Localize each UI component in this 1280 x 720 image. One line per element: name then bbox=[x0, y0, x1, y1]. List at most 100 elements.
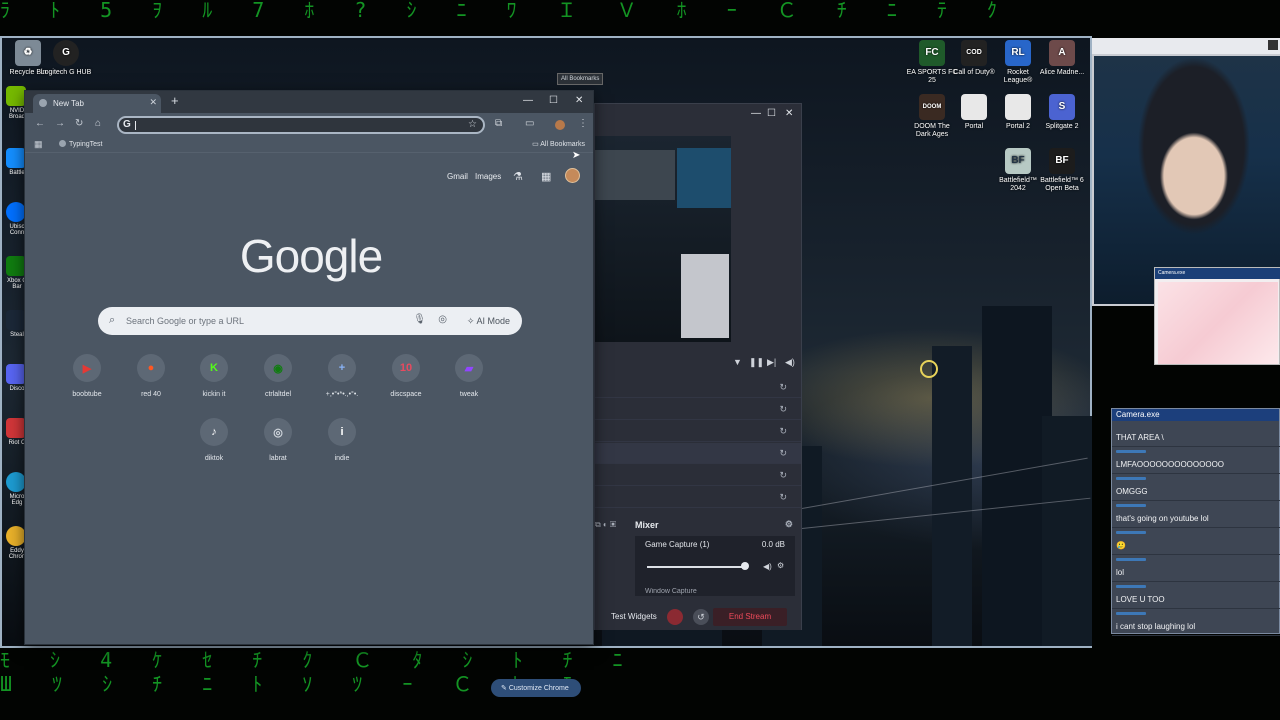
google-search-box[interactable]: ⌕ Search Google or type a URL 🎙 ◎ ✧ AI M… bbox=[98, 307, 522, 335]
discord-icon bbox=[6, 364, 26, 384]
desktop-icon-logitech[interactable]: G Logitech G HUB bbox=[40, 40, 92, 77]
apps-grid-icon[interactable]: ▦ bbox=[541, 170, 551, 183]
dock-tabs-icon[interactable]: ⧉ ◐ ▣ bbox=[595, 520, 616, 530]
tab-new-tab[interactable]: New Tab ✕ bbox=[33, 94, 161, 113]
source-row[interactable]: ↻ bbox=[595, 399, 801, 420]
refresh-icon[interactable]: ↻ bbox=[779, 448, 787, 459]
replay-icon[interactable]: ↺ bbox=[693, 609, 709, 625]
steam-icon bbox=[6, 310, 26, 330]
source-row[interactable]: ↻ bbox=[595, 465, 801, 486]
desktop-icon-label: Eddy Chron bbox=[8, 548, 26, 560]
shortcut-tile[interactable]: ● red 40 bbox=[119, 354, 183, 398]
new-tab-favicon-icon bbox=[39, 99, 47, 107]
google-logo: Google bbox=[239, 230, 383, 282]
maximize-icon[interactable]: ☐ bbox=[767, 108, 776, 119]
microphone-icon[interactable]: 🎙 bbox=[413, 314, 426, 325]
refresh-icon[interactable]: ↻ bbox=[779, 404, 787, 415]
close-icon[interactable]: ✕ bbox=[575, 95, 583, 106]
pause-icon[interactable]: ❚❚ bbox=[749, 357, 764, 368]
apps-grid-icon[interactable]: ▦ bbox=[34, 139, 43, 150]
customize-chrome-button[interactable]: ✎ Customize Chrome bbox=[491, 679, 581, 697]
shortcut-tile[interactable]: + +,•°•*•.,•°•. bbox=[310, 354, 374, 398]
more-menu-icon[interactable]: ⋮ bbox=[578, 118, 588, 129]
shortcut-tile[interactable]: ♪ diktok bbox=[182, 418, 246, 462]
close-tab-icon[interactable]: ✕ bbox=[149, 97, 157, 108]
all-bookmarks-button[interactable]: ▭ All Bookmarks bbox=[532, 140, 585, 148]
end-stream-button[interactable]: End Stream bbox=[713, 608, 787, 626]
profile-avatar[interactable] bbox=[555, 120, 565, 130]
next-icon[interactable]: ▶| bbox=[767, 357, 776, 368]
refresh-icon[interactable]: ↻ bbox=[779, 426, 787, 437]
ai-mode-button[interactable]: ✧ AI Mode bbox=[467, 316, 510, 327]
desktop-icon-splitgate[interactable]: S Splitgate 2 bbox=[1036, 94, 1088, 131]
desktop-icon-bf6[interactable]: BF Battlefield™ 6 Open Beta bbox=[1036, 148, 1088, 193]
desktop-icon-label: Ubisc Conn bbox=[9, 224, 25, 236]
back-icon[interactable]: ← bbox=[35, 118, 45, 129]
minimize-icon[interactable]: — bbox=[523, 95, 533, 106]
shortcut-favicon-icon: ▰ bbox=[455, 354, 483, 382]
shortcut-tile[interactable]: ▶ boobtube bbox=[55, 354, 119, 398]
address-bar[interactable]: G ☆ bbox=[117, 116, 485, 134]
gear-icon[interactable]: ⚙ bbox=[785, 519, 793, 530]
close-icon[interactable]: ✕ bbox=[785, 108, 793, 119]
volume-slider-thumb[interactable] bbox=[741, 562, 749, 570]
desktop-icon-label: Disco bbox=[9, 386, 25, 392]
images-link[interactable]: Images bbox=[475, 172, 501, 181]
refresh-icon[interactable]: ↻ bbox=[779, 492, 787, 503]
home-icon[interactable]: ⌂ bbox=[95, 118, 101, 129]
chrome-toolbar: ← → ↻ ⌂ G ☆ ⧉ ▭ ⋮ bbox=[25, 113, 593, 137]
chat-message: that's going on youtube lol bbox=[1112, 502, 1280, 528]
speaker-icon[interactable]: ◀) bbox=[763, 562, 772, 571]
screen: ﾗ ﾄ 5 ｦ ﾙ 7 ﾎ ? ｼ ﾆ ﾜ Ｉ Ｖ ﾎ ｰ Ｃ ﾁ ﾆ ﾃ ｸ … bbox=[0, 0, 1280, 720]
xbox-icon bbox=[6, 256, 26, 276]
doom-icon: DOOM bbox=[919, 94, 945, 120]
chat-message: OMGGG bbox=[1112, 475, 1280, 501]
source-row[interactable]: ↻ bbox=[595, 443, 801, 464]
shortcut-tile[interactable]: ◉ ctrlaltdel bbox=[246, 354, 310, 398]
bookmarks-bar: ▦ TypingTest ▭ All Bookmarks bbox=[25, 137, 593, 153]
chat-username bbox=[1116, 477, 1146, 480]
volume-slider-track[interactable] bbox=[647, 566, 747, 568]
mixer-header: ⧉ ◐ ▣ Mixer ⚙ bbox=[595, 516, 801, 534]
chrome-titlebar: New Tab ✕ + — ☐ ✕ bbox=[25, 91, 593, 113]
reload-icon[interactable]: ↻ bbox=[75, 118, 83, 129]
matrix-backdrop-bottom: ﾓ ｼ 4 ｹ ｾ ﾁ ｸ Ｃ ﾀ ｼ ﾄ ﾁ ﾆ Ш ﾂ ｼ ﾁ ﾆ ﾄ ｿ … bbox=[0, 648, 1280, 720]
cast-icon[interactable]: ▭ bbox=[525, 118, 534, 129]
filter-icon[interactable]: ▼ bbox=[733, 357, 742, 367]
bookmark-star-icon[interactable]: ☆ bbox=[468, 119, 477, 130]
preview-screen bbox=[595, 150, 675, 200]
shortcut-tile[interactable]: 10 discspace bbox=[374, 354, 438, 398]
obs-preview[interactable] bbox=[595, 136, 731, 342]
lens-icon[interactable]: ◎ bbox=[438, 314, 447, 325]
desktop-icon-alice[interactable]: A Alice Madne... bbox=[1036, 40, 1088, 77]
source-row[interactable]: ↻ bbox=[595, 421, 801, 442]
shortcut-tile[interactable]: Kkickin it bbox=[182, 354, 246, 398]
edge-icon bbox=[6, 472, 26, 492]
google-g-icon: G bbox=[123, 119, 131, 130]
shortcut-tile[interactable]: ▰ tweak bbox=[437, 354, 501, 398]
desktop-icon-label: Riot C bbox=[8, 440, 26, 446]
labs-flask-icon[interactable]: ⚗ bbox=[513, 170, 523, 183]
minimize-icon[interactable]: — bbox=[751, 108, 761, 119]
close-icon[interactable] bbox=[1268, 40, 1278, 50]
source-row[interactable]: ↻ bbox=[595, 377, 801, 398]
refresh-icon[interactable]: ↻ bbox=[779, 470, 787, 481]
maximize-icon[interactable]: ☐ bbox=[549, 95, 558, 106]
desktop-icon-label: Battlefield™ 6 Open Beta bbox=[1040, 177, 1084, 192]
shortcut-label: boobtube bbox=[72, 391, 102, 398]
extensions-icon[interactable]: ⧉ bbox=[495, 118, 502, 129]
record-icon[interactable] bbox=[667, 609, 683, 625]
source-row[interactable]: ↻ bbox=[595, 487, 801, 508]
alice-icon: A bbox=[1049, 40, 1075, 66]
shortcut-tile[interactable]: i indie bbox=[310, 418, 374, 462]
new-tab-button[interactable]: + bbox=[171, 93, 179, 108]
volume-icon[interactable]: ◀) bbox=[785, 357, 795, 368]
gear-icon[interactable]: ⚙ bbox=[777, 561, 784, 570]
gmail-link[interactable]: Gmail bbox=[447, 172, 468, 181]
forward-icon[interactable]: → bbox=[55, 118, 65, 129]
account-avatar[interactable] bbox=[565, 168, 580, 183]
audio-level: 0.0 dB bbox=[761, 540, 785, 549]
shortcut-tile[interactable]: ◎ labrat bbox=[246, 418, 310, 462]
refresh-icon[interactable]: ↻ bbox=[779, 382, 787, 393]
bookmark-typingtest[interactable]: TypingTest bbox=[59, 140, 102, 148]
